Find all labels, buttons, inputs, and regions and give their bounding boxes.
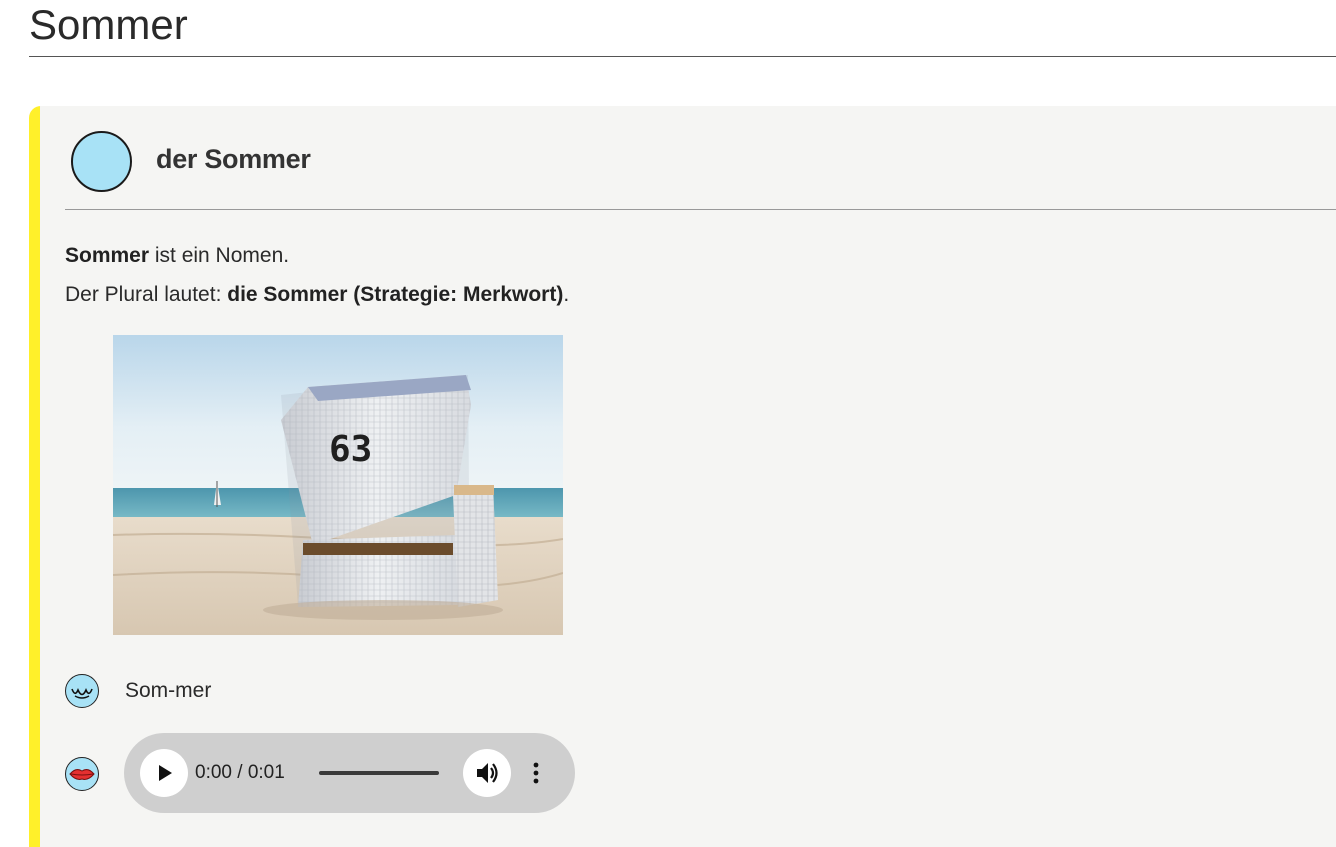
description-line-1-text: ist ein Nomen.: [149, 244, 290, 267]
audio-time: 0:00 / 0:01: [195, 762, 285, 783]
wave-mouth-icon: [65, 674, 99, 708]
gender-circle-icon: [71, 131, 132, 192]
beach-chair-image: 63: [113, 335, 563, 635]
play-icon: [159, 765, 172, 781]
chair-number: 63: [329, 429, 372, 470]
title-divider: [29, 56, 1336, 57]
plural-suffix: .: [563, 283, 570, 306]
lips-icon: [65, 757, 99, 791]
volume-icon: [477, 763, 498, 783]
description-line-2: Der Plural lautet: die Sommer (Strategie…: [65, 275, 569, 314]
plural-form: die Sommer (Strategie: Merkwort): [227, 283, 564, 306]
more-vertical-icon: [533, 762, 539, 784]
gender-accent-bar: [29, 106, 40, 847]
word-description: Sommer ist ein Nomen. Der Plural lautet:…: [65, 236, 569, 314]
more-options-button[interactable]: [526, 758, 546, 788]
audio-progress-slider[interactable]: [319, 771, 439, 775]
plural-prefix: Der Plural lautet:: [65, 283, 228, 306]
word-card: der Sommer Sommer ist ein Nomen. Der Plu…: [29, 106, 1336, 847]
description-line-1: Sommer ist ein Nomen.: [65, 236, 569, 275]
syllable-split: Som-mer: [125, 679, 212, 702]
card-divider: [65, 209, 1336, 210]
word-heading: der Sommer: [156, 144, 311, 174]
page-title: Sommer: [29, 1, 188, 48]
description-word: Sommer: [65, 244, 150, 267]
volume-button[interactable]: [463, 749, 511, 797]
audio-player[interactable]: 0:00 / 0:01: [124, 733, 575, 813]
play-button[interactable]: [140, 749, 188, 797]
